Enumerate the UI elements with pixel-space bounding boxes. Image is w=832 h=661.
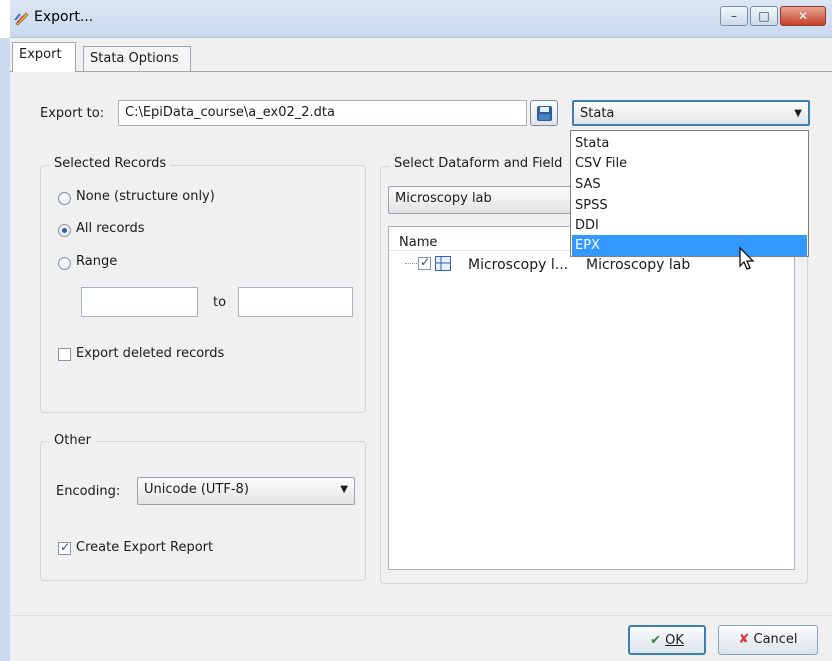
- dataform-select[interactable]: Microscopy lab: [388, 186, 572, 214]
- minimize-button[interactable]: –: [720, 6, 748, 26]
- encoding-select[interactable]: Unicode (UTF-8) ▼: [137, 477, 355, 505]
- range-from-input[interactable]: [81, 287, 198, 317]
- other-group: [40, 441, 366, 581]
- range-to-input[interactable]: [238, 287, 353, 317]
- minimize-icon: –: [731, 9, 737, 23]
- encoding-value: Unicode (UTF-8): [144, 482, 249, 497]
- range-to-label: to: [213, 295, 227, 310]
- export-path-value: C:\EpiData_course\a_ex02_2.dta: [125, 105, 335, 120]
- cancel-button[interactable]: ✘ Cancel: [718, 625, 818, 655]
- create-report-checkbox[interactable]: ✓: [58, 540, 71, 555]
- ok-label: OK: [665, 633, 684, 648]
- chevron-down-icon: ▼: [794, 108, 802, 119]
- radio-range-label: Range: [76, 254, 118, 269]
- column-header-name[interactable]: Name: [399, 235, 437, 250]
- export-format-select[interactable]: Stata ▼: [572, 100, 810, 126]
- x-icon: ✘: [738, 632, 750, 647]
- title-bar: Export... – □ ✕: [10, 0, 832, 38]
- dialog-footer: ✔ OK ✘ Cancel: [10, 615, 832, 661]
- export-deleted-label: Export deleted records: [76, 346, 225, 361]
- radio-range[interactable]: [58, 257, 71, 270]
- dataform-legend: Select Dataform and Field: [390, 156, 570, 171]
- tree-item-name: Microscopy l...: [468, 257, 569, 273]
- radio-none-label: None (structure only): [76, 189, 215, 204]
- format-option-csv[interactable]: CSV File: [572, 153, 807, 174]
- tab-export[interactable]: Export: [12, 42, 76, 72]
- selected-records-legend: Selected Records: [50, 156, 171, 171]
- check-icon: ✔: [650, 633, 661, 648]
- tab-strip: Export Stata Options: [10, 38, 832, 72]
- radio-all-records-label: All records: [76, 221, 145, 236]
- create-report-label: Create Export Report: [76, 540, 214, 555]
- tab-stata-options-label: Stata Options: [90, 51, 179, 66]
- tree-connector: [405, 263, 417, 264]
- format-option-sas[interactable]: SAS: [572, 174, 807, 195]
- tab-stata-options[interactable]: Stata Options: [83, 46, 191, 72]
- ok-button[interactable]: ✔ OK: [628, 625, 706, 655]
- close-button[interactable]: ✕: [780, 6, 826, 26]
- format-option-ddi[interactable]: DDI: [572, 215, 807, 236]
- encoding-label: Encoding:: [56, 484, 121, 499]
- export-path-field[interactable]: C:\EpiData_course\a_ex02_2.dta: [118, 100, 527, 126]
- tab-export-label: Export: [19, 47, 62, 62]
- tree-item-caption: Microscopy lab: [586, 257, 691, 273]
- other-legend: Other: [50, 433, 95, 448]
- window-frame: [0, 38, 10, 661]
- save-icon: [537, 106, 552, 121]
- check-icon: ✓: [420, 255, 431, 269]
- cancel-label: Cancel: [753, 632, 798, 647]
- app-icon: [14, 12, 29, 26]
- mouse-cursor-icon: [739, 246, 755, 270]
- radio-none[interactable]: [58, 192, 71, 205]
- chevron-down-icon: ▼: [340, 484, 348, 495]
- tree-item-checkbox[interactable]: ✓: [418, 255, 431, 270]
- maximize-icon: □: [758, 9, 770, 23]
- radio-all-records[interactable]: [58, 224, 71, 237]
- browse-button[interactable]: [530, 100, 558, 126]
- check-icon: ✓: [60, 540, 71, 554]
- dataform-icon: [435, 256, 451, 271]
- window-title: Export...: [34, 9, 94, 25]
- format-option-spss[interactable]: SPSS: [572, 195, 807, 216]
- maximize-button[interactable]: □: [750, 6, 778, 26]
- export-to-label: Export to:: [40, 106, 105, 121]
- export-format-dropdown: Stata CSV File SAS SPSS DDI EPX: [570, 130, 809, 257]
- field-tree: Name ✓ Microscopy l... Microscopy lab: [388, 226, 795, 570]
- export-deleted-checkbox[interactable]: [58, 348, 71, 361]
- format-option-stata[interactable]: Stata: [572, 133, 807, 154]
- close-icon: ✕: [797, 9, 809, 23]
- export-format-value: Stata: [580, 106, 615, 121]
- dataform-select-value: Microscopy lab: [395, 191, 492, 206]
- format-option-epx[interactable]: EPX: [572, 235, 807, 256]
